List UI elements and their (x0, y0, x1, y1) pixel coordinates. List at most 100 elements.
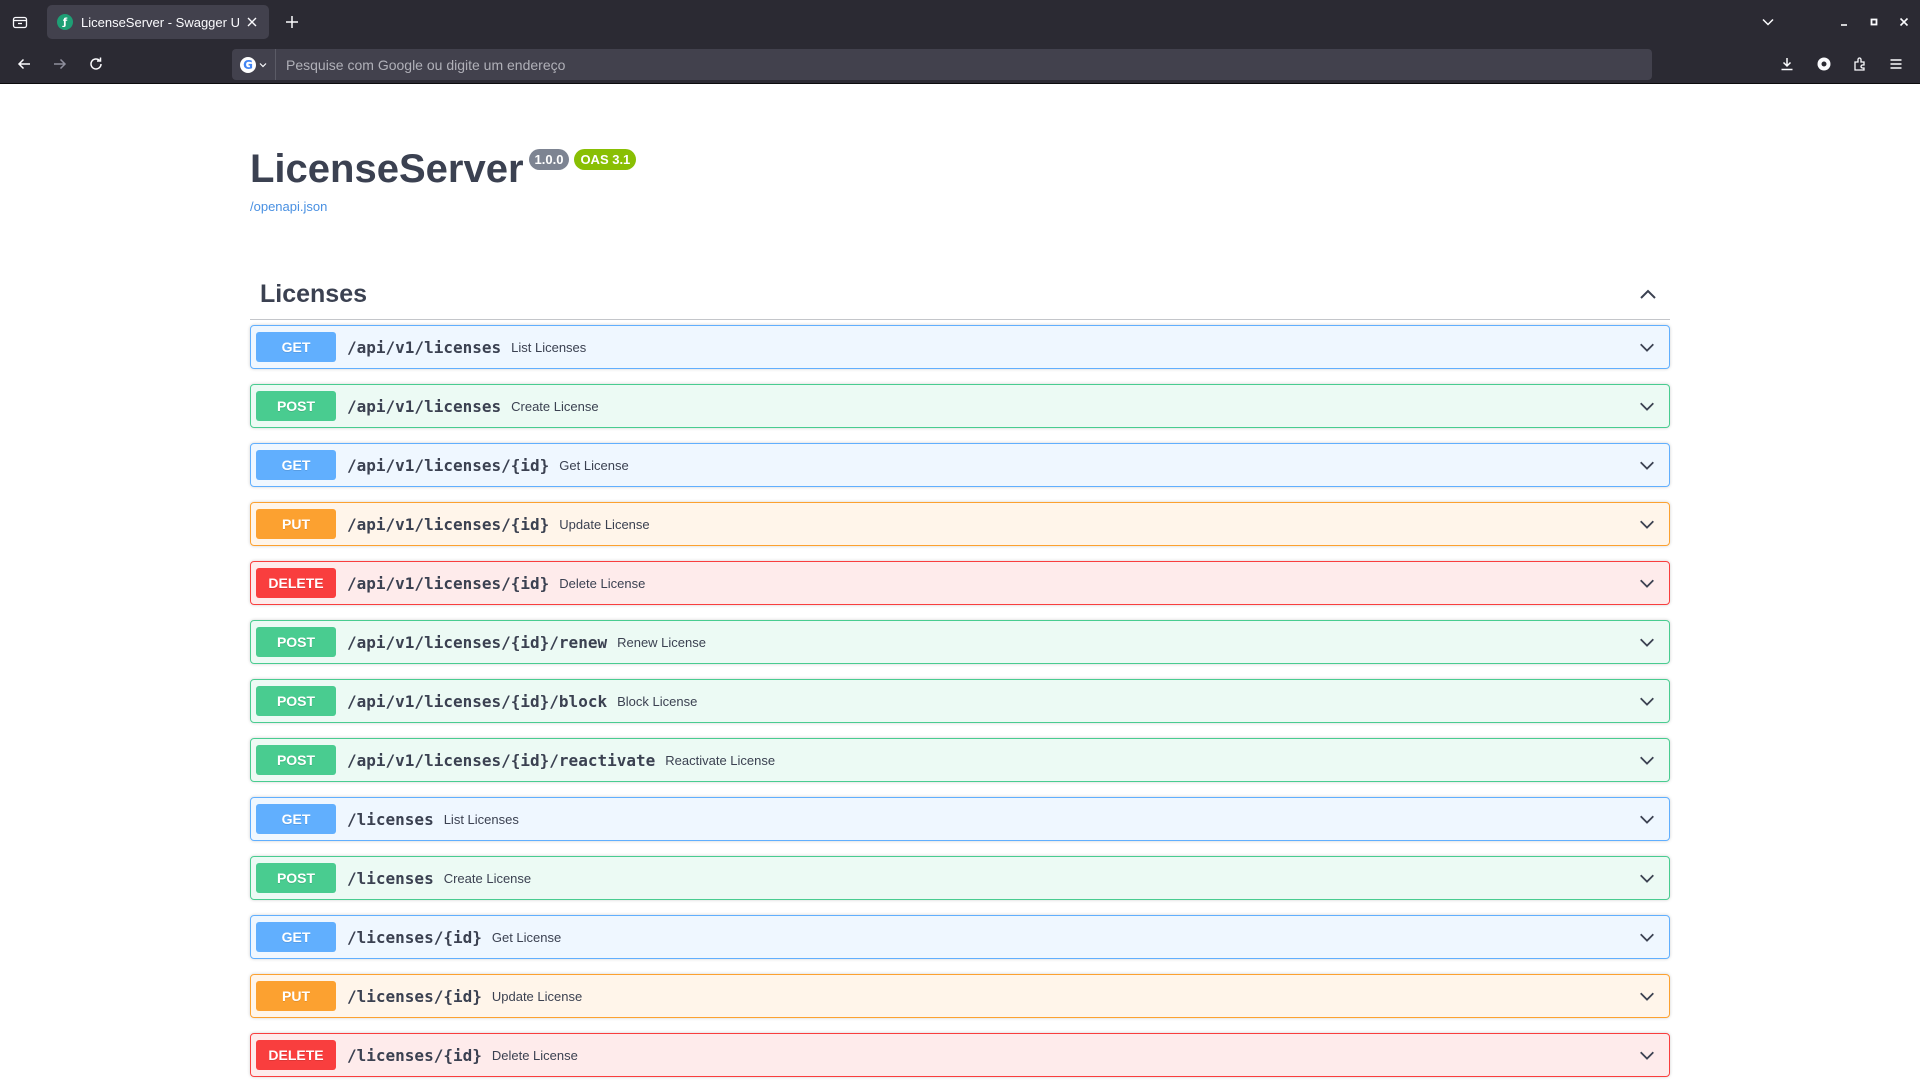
operation-path: /api/v1/licenses/{id} (347, 573, 550, 593)
method-badge: PUT (256, 981, 336, 1011)
chevron-down-icon[interactable] (1635, 984, 1659, 1008)
method-badge: GET (256, 922, 336, 952)
opblock-post[interactable]: POST/api/v1/licenses Create License (250, 384, 1670, 428)
version-badge: 1.0.0 (528, 149, 570, 170)
chevron-down-icon[interactable] (1635, 866, 1659, 890)
chevron-down-icon[interactable] (1635, 335, 1659, 359)
operation-path: /api/v1/licenses/{id}/reactivate (347, 750, 656, 770)
address-bar[interactable]: G (232, 49, 1652, 80)
browser-navigation-bar: G (0, 44, 1920, 84)
list-all-tabs-icon[interactable] (1756, 10, 1780, 34)
operation-summary: Reactivate License (665, 752, 776, 768)
google-icon: G (240, 56, 256, 73)
method-badge: DELETE (256, 568, 336, 598)
chevron-down-icon[interactable] (1635, 925, 1659, 949)
operation-path: /licenses/{id} (347, 927, 482, 947)
section-header[interactable]: Licenses (250, 270, 1670, 320)
method-badge: POST (256, 627, 336, 657)
chevron-down-icon[interactable] (1635, 453, 1659, 477)
operation-path: /licenses/{id} (347, 1045, 482, 1065)
new-tab-icon[interactable] (280, 10, 304, 34)
method-badge: GET (256, 450, 336, 480)
opblock-put[interactable]: PUT/licenses/{id} Update License (250, 974, 1670, 1018)
operation-summary: List Licenses (511, 339, 587, 355)
tab-list-icon[interactable] (8, 10, 32, 34)
operation-summary: Renew License (617, 634, 706, 650)
operation-path: /api/v1/licenses/{id} (347, 455, 550, 475)
operation-summary: Get License (559, 457, 629, 473)
search-engine-selector[interactable]: G (232, 49, 276, 80)
downloads-icon[interactable] (1775, 52, 1799, 76)
licenses-section: Licenses GET/api/v1/licenses List License… (250, 270, 1670, 1092)
operation-path: /api/v1/licenses/{id}/block (347, 691, 608, 711)
operation-path: /licenses (347, 868, 434, 888)
forward-arrow-icon[interactable] (48, 52, 72, 76)
api-info: LicenseServer 1.0.0 OAS 3.1 /openapi.jso… (250, 145, 637, 214)
operation-path: /licenses (347, 809, 434, 829)
operation-path: /licenses/{id} (347, 986, 482, 1006)
opblock-post[interactable]: POST/api/v1/licenses/{id}/reactivate Reac… (250, 738, 1670, 782)
operation-summary: Block License (617, 693, 698, 709)
chevron-down-icon (259, 62, 267, 67)
operation-path: /api/v1/licenses/{id} (347, 514, 550, 534)
method-badge: GET (256, 332, 336, 362)
method-badge: POST (256, 745, 336, 775)
chevron-down-icon[interactable] (1635, 1043, 1659, 1067)
chevron-down-icon[interactable] (1635, 512, 1659, 536)
operation-summary: List Licenses (443, 811, 519, 827)
menu-icon[interactable] (1884, 52, 1908, 76)
openapi-spec-link[interactable]: /openapi.json (250, 199, 636, 214)
method-badge: GET (256, 804, 336, 834)
operation-summary: Delete License (559, 575, 646, 591)
chevron-down-icon[interactable] (1635, 748, 1659, 772)
extensions-icon[interactable] (1848, 52, 1872, 76)
swagger-favicon-icon: ƒ (57, 14, 73, 30)
tab-title: LicenseServer - Swagger UI (81, 14, 241, 30)
operation-summary: Get License (491, 929, 562, 945)
chevron-up-icon[interactable] (1636, 283, 1660, 307)
close-window-icon[interactable] (1892, 10, 1916, 34)
operation-summary: Create License (511, 398, 599, 414)
operation-path: /api/v1/licenses/{id}/renew (347, 632, 608, 652)
browser-tab[interactable]: ƒ LicenseServer - Swagger UI (47, 5, 269, 39)
chevron-down-icon[interactable] (1635, 571, 1659, 595)
reload-icon[interactable] (84, 52, 108, 76)
opblock-delete[interactable]: DELETE/api/v1/licenses/{id} Delete Licens… (250, 561, 1670, 605)
operation-summary: Update License (559, 516, 650, 532)
operation-summary: Delete License (491, 1047, 578, 1063)
swagger-page: LicenseServer 1.0.0 OAS 3.1 /openapi.jso… (0, 85, 1920, 1080)
back-arrow-icon[interactable] (12, 52, 36, 76)
operation-summary: Create License (443, 870, 532, 886)
api-title: LicenseServer (250, 147, 524, 191)
opblock-get[interactable]: GET/licenses List Licenses (250, 797, 1670, 841)
browser-tab-bar: ƒ LicenseServer - Swagger UI (0, 0, 1920, 44)
opblock-post[interactable]: POST/licenses Create License (250, 856, 1670, 900)
method-badge: POST (256, 863, 336, 893)
opblock-delete[interactable]: DELETE/licenses/{id} Delete License (250, 1033, 1670, 1077)
close-tab-icon[interactable] (243, 13, 261, 31)
chevron-down-icon[interactable] (1635, 689, 1659, 713)
chevron-down-icon[interactable] (1635, 630, 1659, 654)
method-badge: DELETE (256, 1040, 336, 1070)
maximize-icon[interactable] (1862, 10, 1886, 34)
method-badge: POST (256, 686, 336, 716)
opblock-get[interactable]: GET/api/v1/licenses/{id} Get License (250, 443, 1670, 487)
operation-path: /api/v1/licenses (347, 396, 502, 416)
chevron-down-icon[interactable] (1635, 394, 1659, 418)
chevron-down-icon[interactable] (1635, 807, 1659, 831)
method-badge: PUT (256, 509, 336, 539)
operation-path: /api/v1/licenses (347, 337, 502, 357)
oas-badge: OAS 3.1 (574, 149, 637, 170)
opblock-get[interactable]: GET/api/v1/licenses List Licenses (250, 325, 1670, 369)
operations-list: GET/api/v1/licenses List Licenses POST/api… (250, 325, 1670, 1077)
opblock-get[interactable]: GET/licenses/{id} Get License (250, 915, 1670, 959)
account-icon[interactable] (1812, 52, 1836, 76)
opblock-post[interactable]: POST/api/v1/licenses/{id}/renew Renew Lic… (250, 620, 1670, 664)
section-title: Licenses (260, 280, 368, 308)
opblock-post[interactable]: POST/api/v1/licenses/{id}/block Block Lic… (250, 679, 1670, 723)
method-badge: POST (256, 391, 336, 421)
url-input[interactable] (286, 56, 1586, 73)
minimize-icon[interactable] (1832, 10, 1856, 34)
operation-summary: Update License (491, 988, 583, 1004)
opblock-put[interactable]: PUT/api/v1/licenses/{id} Update License (250, 502, 1670, 546)
